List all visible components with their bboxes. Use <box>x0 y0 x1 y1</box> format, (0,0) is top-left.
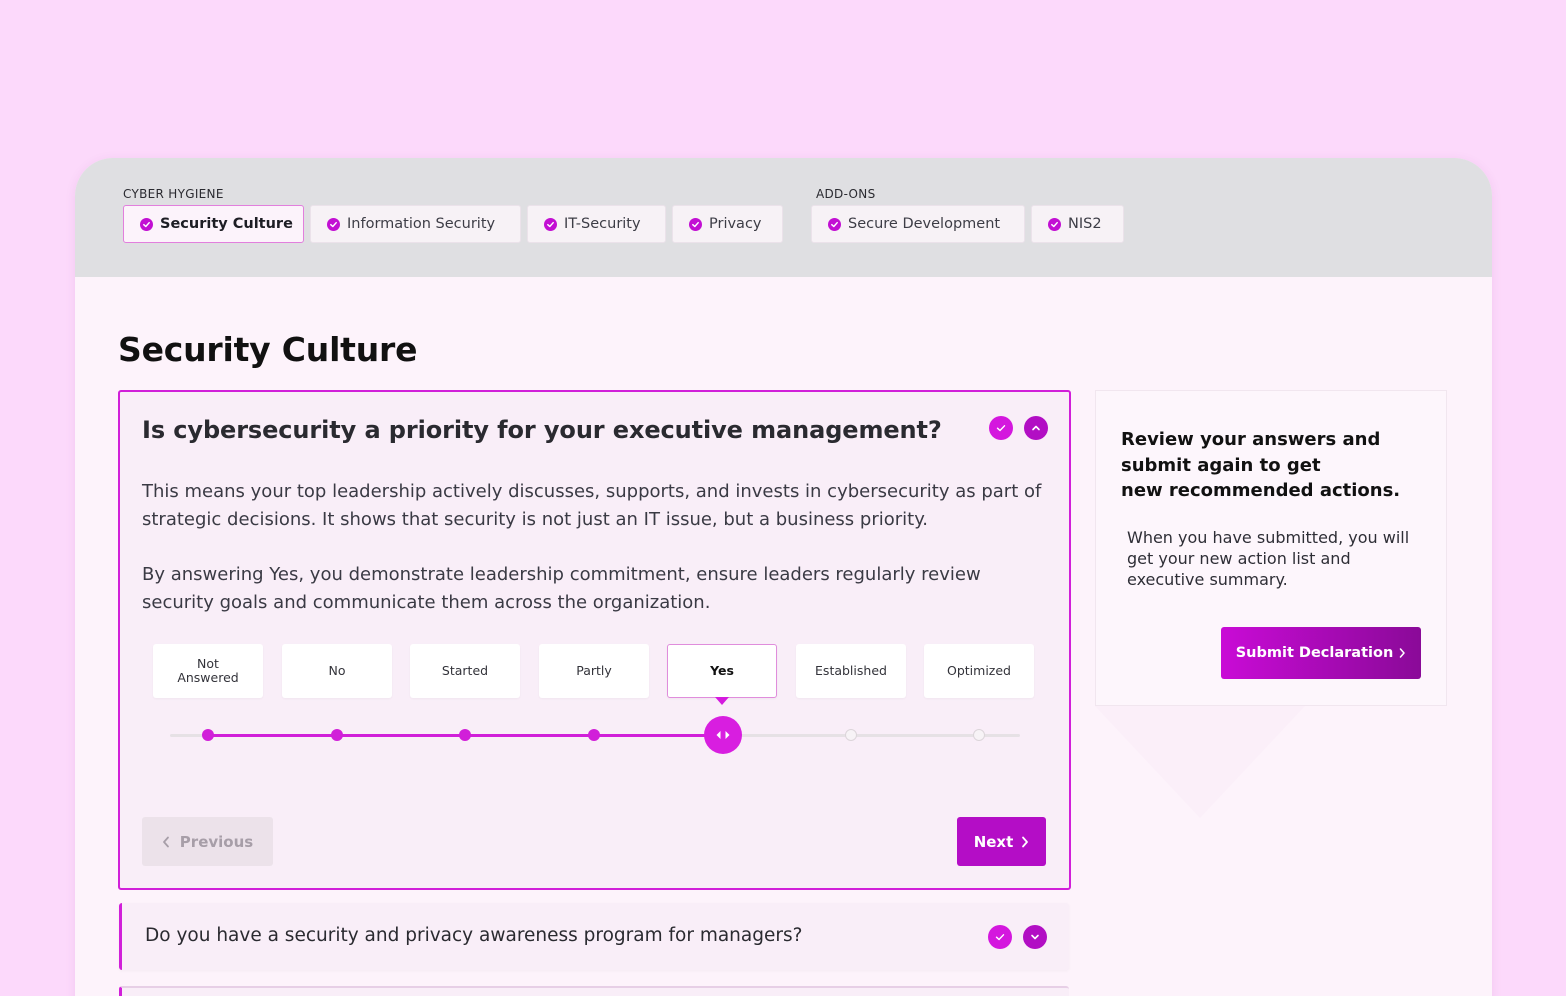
tab-privacy[interactable]: Privacy <box>672 205 783 243</box>
chevron-left-icon <box>162 836 169 847</box>
collapse-button[interactable] <box>1024 416 1048 440</box>
option-optimized[interactable]: Optimized <box>924 644 1034 698</box>
question-title: Do you have a security and privacy aware… <box>145 925 803 946</box>
tab-label: Information Security <box>347 216 496 232</box>
tab-information-security[interactable]: Information Security <box>310 205 521 243</box>
question-card-collapsed[interactable] <box>119 986 1069 996</box>
chevron-right-icon <box>1400 648 1406 658</box>
chevron-up-icon <box>1032 425 1040 431</box>
tab-label: NIS2 <box>1068 216 1102 232</box>
heading-line: new recommended actions. <box>1121 480 1401 501</box>
tab-label: Security Culture <box>160 216 293 232</box>
option-partly[interactable]: Partly <box>539 644 649 698</box>
heading-line: submit again to get <box>1121 454 1321 476</box>
drag-arrows-icon <box>716 731 730 739</box>
check-circle-icon <box>544 217 557 231</box>
answered-check-icon <box>988 925 1012 949</box>
answered-check-icon <box>989 416 1013 440</box>
question-description: This means your top leadership actively … <box>142 481 1042 530</box>
previous-button[interactable]: Previous <box>142 817 273 866</box>
group-label-add-ons: ADD-ONS <box>816 187 876 201</box>
tab-security-culture[interactable]: Security Culture <box>123 205 304 243</box>
slider-handle[interactable] <box>704 716 742 754</box>
option-established[interactable]: Established <box>796 644 906 698</box>
chevron-right-icon <box>1022 836 1029 847</box>
category-nav: CYBER HYGIENE ADD-ONS Security Culture I… <box>75 158 1492 277</box>
submit-panel-heading: Review your answers and submit again to … <box>1121 427 1421 504</box>
expand-button[interactable] <box>1023 925 1047 949</box>
submit-panel-text: When you have submitted, you will get yo… <box>1127 528 1410 589</box>
option-not-answered[interactable]: Not Answered <box>153 644 263 698</box>
check-circle-icon <box>689 217 702 231</box>
tab-secure-development[interactable]: Secure Development <box>811 205 1025 243</box>
question-title: Is cybersecurity a priority for your exe… <box>142 416 942 444</box>
panel-pointer <box>1095 706 1305 818</box>
check-circle-icon <box>1048 217 1061 231</box>
tab-it-security[interactable]: IT-Security <box>527 205 666 243</box>
next-label: Next <box>973 832 1014 851</box>
option-started[interactable]: Started <box>410 644 520 698</box>
option-no[interactable]: No <box>282 644 392 698</box>
check-circle-icon <box>327 217 340 231</box>
submit-panel: Review your answers and submit again to … <box>1095 390 1447 706</box>
tab-label: Privacy <box>709 216 762 232</box>
chevron-down-icon <box>1031 934 1039 940</box>
submit-label: Submit Declaration <box>1235 645 1394 661</box>
option-yes[interactable]: Yes <box>667 644 777 705</box>
heading-line: Review your answers and <box>1121 429 1381 450</box>
tab-nis2[interactable]: NIS2 <box>1031 205 1124 243</box>
slider-step-started[interactable] <box>459 729 471 741</box>
previous-label: Previous <box>179 832 254 851</box>
slider-step-partly[interactable] <box>588 729 600 741</box>
tab-label: Secure Development <box>848 216 1001 232</box>
slider-step-not-answered[interactable] <box>202 729 214 741</box>
question-card-expanded: Is cybersecurity a priority for your exe… <box>118 390 1071 890</box>
question-explanation: By answering Yes, you demonstrate leader… <box>142 564 981 613</box>
app-window: CYBER HYGIENE ADD-ONS Security Culture I… <box>75 158 1492 996</box>
check-circle-icon <box>140 217 153 231</box>
question-card-collapsed[interactable]: Do you have a security and privacy aware… <box>119 903 1069 970</box>
slider-step-established[interactable] <box>845 729 857 741</box>
group-label-cyber-hygiene: CYBER HYGIENE <box>123 187 224 201</box>
tab-label: IT-Security <box>564 216 641 232</box>
slider-step-no[interactable] <box>331 729 343 741</box>
submit-declaration-button[interactable]: Submit Declaration <box>1221 627 1421 679</box>
page-title: Security Culture <box>118 330 418 369</box>
slider-step-optimized[interactable] <box>973 729 985 741</box>
next-button[interactable]: Next <box>957 817 1046 866</box>
check-circle-icon <box>828 217 841 231</box>
